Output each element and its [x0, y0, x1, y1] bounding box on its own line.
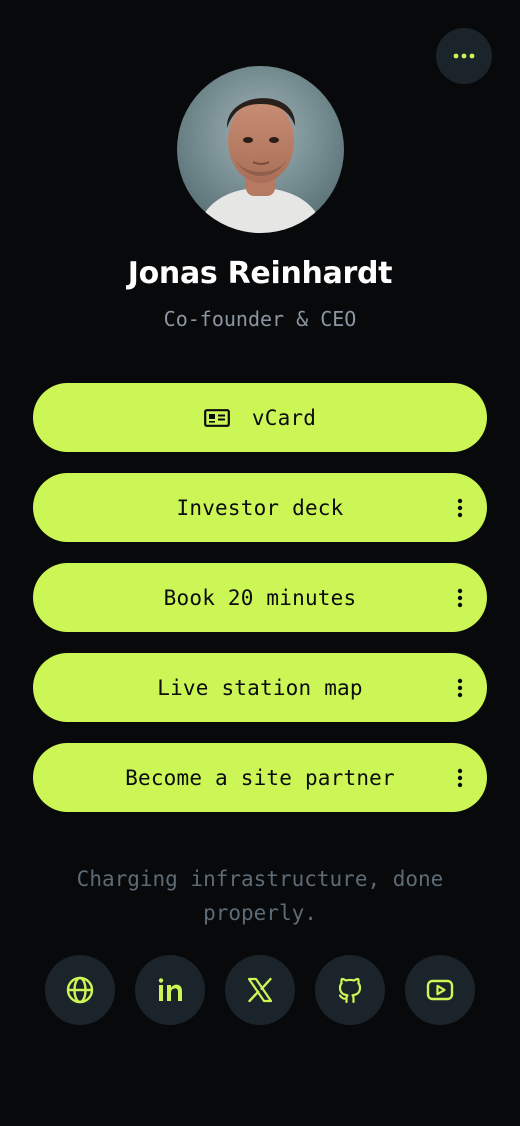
link-investor-deck[interactable]: Investor deck: [33, 473, 487, 542]
social-linkedin-button[interactable]: [135, 955, 205, 1025]
profile-name: Jonas Reinhardt: [127, 256, 393, 291]
link-label: Book 20 minutes: [163, 585, 357, 610]
link-live-station-map[interactable]: Live station map: [33, 653, 487, 722]
avatar: [177, 66, 344, 233]
social-website-button[interactable]: [45, 955, 115, 1025]
github-icon: [338, 977, 362, 1004]
youtube-icon: [426, 979, 454, 1001]
social-youtube-button[interactable]: [405, 955, 475, 1025]
x-icon: [247, 977, 273, 1003]
kebab-menu-icon[interactable]: [451, 586, 469, 610]
link-label: Become a site partner: [125, 765, 395, 790]
link-book-20-minutes[interactable]: Book 20 minutes: [33, 563, 487, 632]
id-card-icon: [203, 408, 230, 427]
link-vcard[interactable]: vCard: [33, 383, 487, 452]
social-x-button[interactable]: [225, 955, 295, 1025]
globe-icon: [66, 976, 94, 1004]
linkedin-icon: [158, 978, 182, 1001]
social-links: [45, 955, 475, 1025]
more-horizontal-icon: [453, 53, 475, 59]
kebab-menu-icon[interactable]: [451, 766, 469, 790]
link-label: vCard: [251, 405, 317, 430]
tagline: Charging infrastructure, done properly.: [76, 867, 444, 925]
link-list: vCard Investor deck Book 20 minutes Live…: [33, 383, 487, 833]
profile-role: Co-founder & CEO: [163, 307, 357, 331]
kebab-menu-icon[interactable]: [451, 496, 469, 520]
link-label: Investor deck: [176, 495, 344, 520]
link-become-site-partner[interactable]: Become a site partner: [33, 743, 487, 812]
social-github-button[interactable]: [315, 955, 385, 1025]
kebab-menu-icon[interactable]: [451, 676, 469, 700]
link-label: Live station map: [157, 675, 363, 700]
more-options-button[interactable]: [436, 28, 492, 84]
